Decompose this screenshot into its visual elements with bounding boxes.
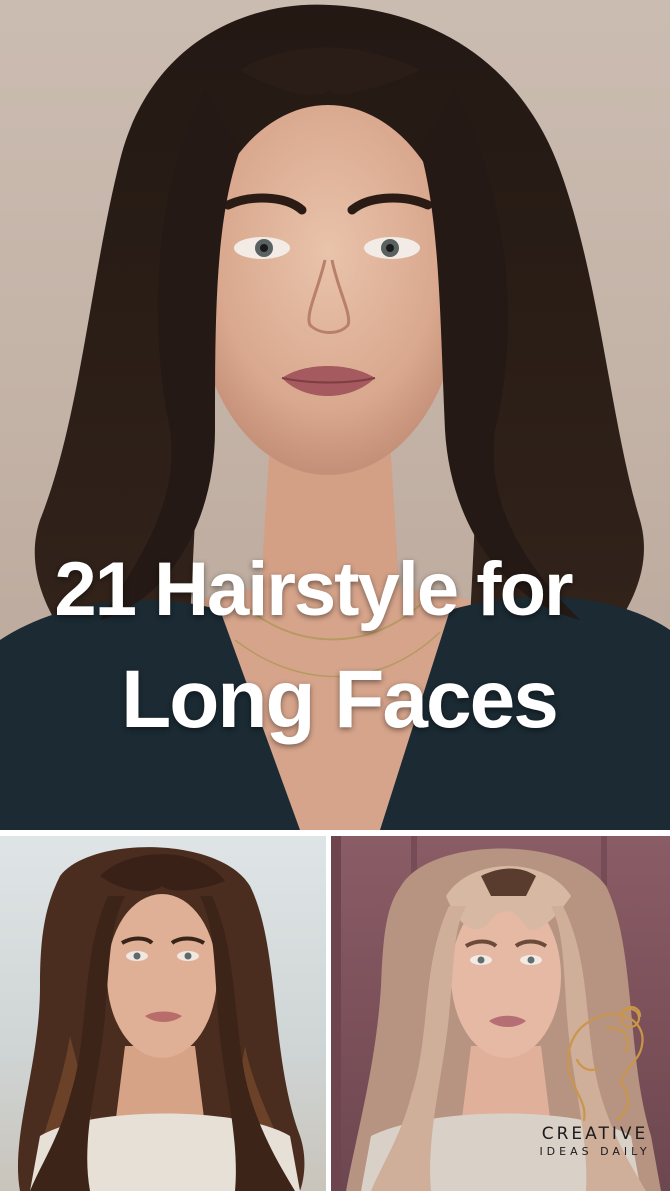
headline-line-1: 21 Hairstyle for bbox=[54, 547, 573, 632]
headline-line-2: Long Faces bbox=[121, 654, 559, 745]
watermark-line-2: IDEAS DAILY bbox=[539, 1145, 651, 1158]
hair-silhouette-logo-icon bbox=[567, 1006, 644, 1122]
watermark-line-1: CREATIVE bbox=[541, 1124, 649, 1144]
photo-bottom-left bbox=[0, 836, 326, 1191]
brunette-portrait-illustration bbox=[17, 847, 305, 1191]
hero-photo: 21 Hairstyle for Long Faces bbox=[0, 0, 670, 830]
face bbox=[107, 894, 217, 1058]
pin-image: 21 Hairstyle for Long Faces CREATIVE IDE… bbox=[0, 0, 670, 1191]
watermark-logo: CREATIVE IDEAS DAILY bbox=[522, 1000, 668, 1170]
